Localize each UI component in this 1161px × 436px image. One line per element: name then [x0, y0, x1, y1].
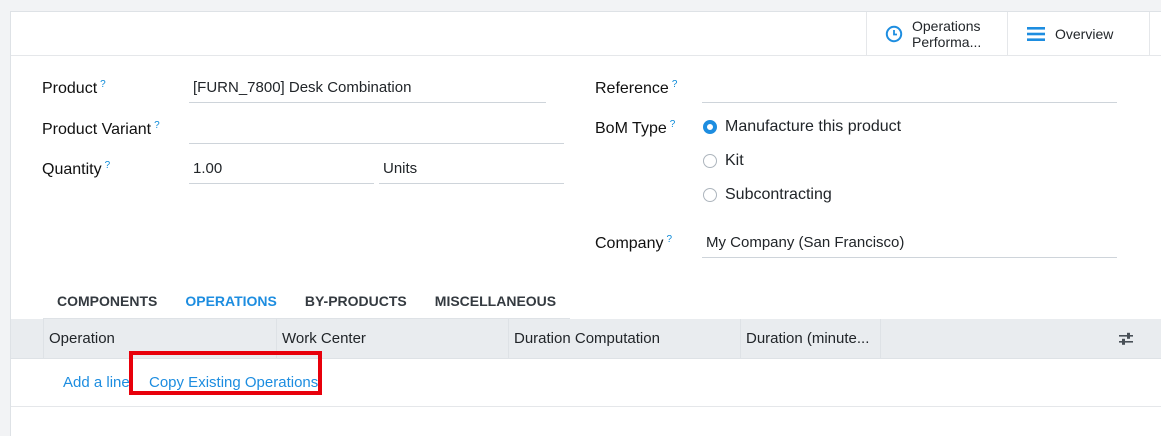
bars-icon [1026, 26, 1046, 42]
product-label: Product? [42, 79, 106, 97]
company-label: Company? [595, 234, 673, 252]
quantity-field[interactable]: 1.00 [189, 158, 374, 184]
help-icon[interactable]: ? [666, 234, 672, 245]
optional-columns-icon[interactable] [1118, 332, 1134, 351]
operations-label: Operations [912, 18, 981, 34]
column-duration-computation[interactable]: Duration Computation [508, 319, 740, 359]
operations-performance-button[interactable]: Operations Performa... [866, 12, 1007, 56]
tab-operations[interactable]: OPERATIONS [171, 291, 291, 319]
radio-icon[interactable] [703, 188, 717, 202]
product-field[interactable]: [FURN_7800] Desk Combination [189, 77, 546, 103]
product-variant-field[interactable] [189, 118, 564, 144]
help-icon[interactable]: ? [105, 160, 111, 171]
tab-by-products[interactable]: BY-PRODUCTS [291, 291, 421, 319]
company-field[interactable]: My Company (San Francisco) [702, 232, 1117, 258]
performance-label: Performa... [912, 34, 982, 50]
radio-icon[interactable] [703, 154, 717, 168]
quantity-label: Quantity? [42, 160, 111, 178]
help-icon[interactable]: ? [154, 120, 160, 131]
clock-icon [885, 25, 903, 43]
product-variant-label: Product Variant? [42, 120, 160, 138]
overview-button[interactable]: Overview [1007, 12, 1150, 56]
add-a-line-link[interactable]: Add a line [63, 374, 130, 391]
radio-selected-icon[interactable] [703, 120, 717, 134]
highlight-box [129, 351, 322, 395]
bom-type-subcontracting-label: Subcontracting [725, 186, 832, 203]
smart-button-bar: Operations Performa... Overview [11, 12, 1161, 56]
help-icon[interactable]: ? [672, 79, 678, 90]
bom-type-kit-label: Kit [725, 152, 744, 169]
overview-label: Overview [1055, 26, 1114, 42]
reference-label: Reference? [595, 79, 678, 97]
uom-field[interactable]: Units [379, 158, 564, 184]
reference-field[interactable] [702, 77, 1117, 103]
column-duration-minutes[interactable]: Duration (minute... [740, 319, 880, 359]
notebook-tabs: COMPONENTS OPERATIONS BY-PRODUCTS MISCEL… [43, 291, 571, 319]
bom-type-subcontracting-option[interactable]: Subcontracting [703, 186, 832, 204]
bom-type-label: BoM Type? [595, 119, 676, 137]
bom-type-kit-option[interactable]: Kit [703, 152, 744, 170]
bom-type-manufacture-label: Manufacture this product [725, 118, 902, 135]
help-icon[interactable]: ? [100, 79, 106, 90]
bom-type-manufacture-option[interactable]: Manufacture this product [703, 118, 901, 136]
tab-components[interactable]: COMPONENTS [43, 291, 171, 319]
help-icon[interactable]: ? [670, 119, 676, 130]
tab-miscellaneous[interactable]: MISCELLANEOUS [421, 291, 570, 319]
